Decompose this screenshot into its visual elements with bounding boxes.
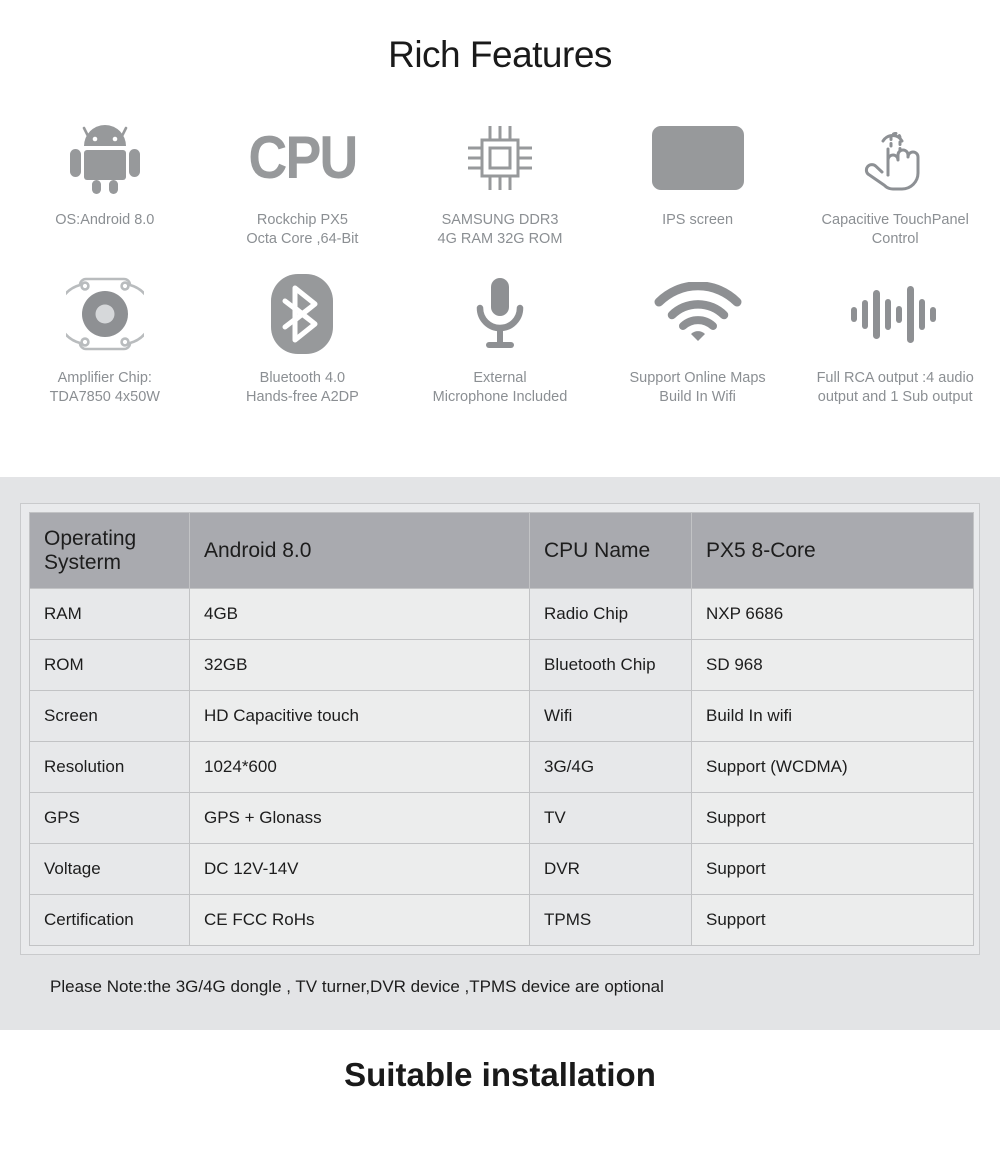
microphone-icon [469, 271, 531, 357]
cell-key: Voltage [29, 843, 190, 895]
cell-value: NXP 6686 [691, 588, 974, 640]
cell-key: Bluetooth Chip [529, 639, 692, 691]
cell-value: HD Capacitive touch [189, 690, 530, 742]
cell-key: Wifi [529, 690, 692, 742]
cell-value: CE FCC RoHs [189, 894, 530, 946]
cell-value: GPS + Glonass [189, 792, 530, 844]
feature-bluetooth: Bluetooth 4.0 Hands-free A2DP [204, 271, 402, 407]
cell-key: Resolution [29, 741, 190, 793]
cell-key: TV [529, 792, 692, 844]
feature-label: Capacitive TouchPanel Control [821, 212, 969, 248]
footer-title: Suitable installation [344, 1056, 656, 1093]
cell-key: Certification [29, 894, 190, 946]
cell-key: Screen [29, 690, 190, 742]
cell-value: Support [691, 792, 974, 844]
cell-value: SD 968 [691, 639, 974, 691]
cpu-icon-text: CPU [248, 124, 358, 192]
feature-microphone: External Microphone Included [401, 271, 599, 407]
audio-waveform-icon [849, 271, 941, 357]
cell-key: ROM [29, 639, 190, 691]
cell-key: 3G/4G [529, 741, 692, 793]
wifi-icon [651, 271, 745, 357]
table-row: GPS GPS + Glonass TV Support [29, 792, 974, 844]
bluetooth-icon [271, 271, 334, 357]
android-robot-icon [68, 115, 142, 201]
cell-value: Android 8.0 [189, 512, 530, 589]
feature-label: Bluetooth 4.0 Hands-free A2DP [245, 370, 359, 406]
feature-touchpanel: Capacitive TouchPanel Control [796, 115, 994, 249]
feature-amplifier: Amplifier Chip: TDA7850 4x50W [6, 271, 204, 407]
feature-label: Full RCA output :4 audio output and 1 Su… [816, 370, 974, 406]
cell-value: Support [691, 894, 974, 946]
feature-label: Rockchip PX5 Octa Core ,64-Bit [246, 212, 359, 248]
spec-note: Please Note:the 3G/4G dongle , TV turner… [50, 977, 664, 996]
touch-hand-icon [860, 115, 930, 201]
feature-row-1: OS:Android 8.0 CPU Rockchip PX5 Octa Cor… [6, 115, 994, 249]
feature-label: Amplifier Chip: TDA7850 4x50W [49, 370, 160, 406]
feature-label: SAMSUNG DDR3 4G RAM 32G ROM [437, 212, 563, 248]
cell-key: GPS [29, 792, 190, 844]
cell-key: CPU Name [529, 512, 692, 589]
table-row: Voltage DC 12V-14V DVR Support [29, 843, 974, 895]
feature-row-2: Amplifier Chip: TDA7850 4x50W Bluetooth … [6, 271, 994, 407]
cell-value: PX5 8-Core [691, 512, 974, 589]
table-row: Certification CE FCC RoHs TPMS Support [29, 894, 974, 946]
feature-cpu: CPU Rockchip PX5 Octa Core ,64-Bit [204, 115, 402, 249]
cell-key: DVR [529, 843, 692, 895]
feature-os: OS:Android 8.0 [6, 115, 204, 249]
feature-rca-output: Full RCA output :4 audio output and 1 Su… [796, 271, 994, 407]
feature-label: External Microphone Included [432, 370, 568, 406]
features-section: OS:Android 8.0 CPU Rockchip PX5 Octa Cor… [0, 115, 1000, 408]
feature-memory: SAMSUNG DDR3 4G RAM 32G ROM [401, 115, 599, 249]
cell-value: DC 12V-14V [189, 843, 530, 895]
cell-key: Radio Chip [529, 588, 692, 640]
cell-key: TPMS [529, 894, 692, 946]
table-row: RAM 4GB Radio Chip NXP 6686 [29, 588, 974, 640]
table-row: ROM 32GB Bluetooth Chip SD 968 [29, 639, 974, 691]
feature-label: IPS screen [662, 212, 734, 228]
cell-key: Operating Systerm [29, 512, 190, 589]
memory-chip-icon [460, 115, 540, 201]
page-title: Rich Features [388, 34, 612, 75]
feature-label: OS:Android 8.0 [55, 212, 155, 228]
speaker-amplifier-icon [65, 271, 144, 357]
table-row: Resolution 1024*600 3G/4G Support (WCDMA… [29, 741, 974, 793]
specification-table: Operating Systerm Android 8.0 CPU Name P… [29, 512, 974, 946]
cell-value: Support [691, 843, 974, 895]
cell-value: 1024*600 [189, 741, 530, 793]
feature-label: Support Online Maps Build In Wifi [629, 370, 766, 406]
cell-value: Build In wifi [691, 690, 974, 742]
table-row: Operating Systerm Android 8.0 CPU Name P… [29, 512, 974, 589]
cell-value: 32GB [189, 639, 530, 691]
cell-value: Support (WCDMA) [691, 741, 974, 793]
spec-table-frame: Operating Systerm Android 8.0 CPU Name P… [20, 503, 980, 955]
cell-key: RAM [29, 588, 190, 640]
specification-panel: Operating Systerm Android 8.0 CPU Name P… [0, 477, 1000, 1030]
feature-wifi: Support Online Maps Build In Wifi [599, 271, 797, 407]
cell-value: 4GB [189, 588, 530, 640]
ips-screen-icon [651, 115, 744, 201]
feature-ips-screen: IPS screen [599, 115, 797, 249]
table-row: Screen HD Capacitive touch Wifi Build In… [29, 690, 974, 742]
cpu-text-icon: CPU [248, 115, 358, 201]
